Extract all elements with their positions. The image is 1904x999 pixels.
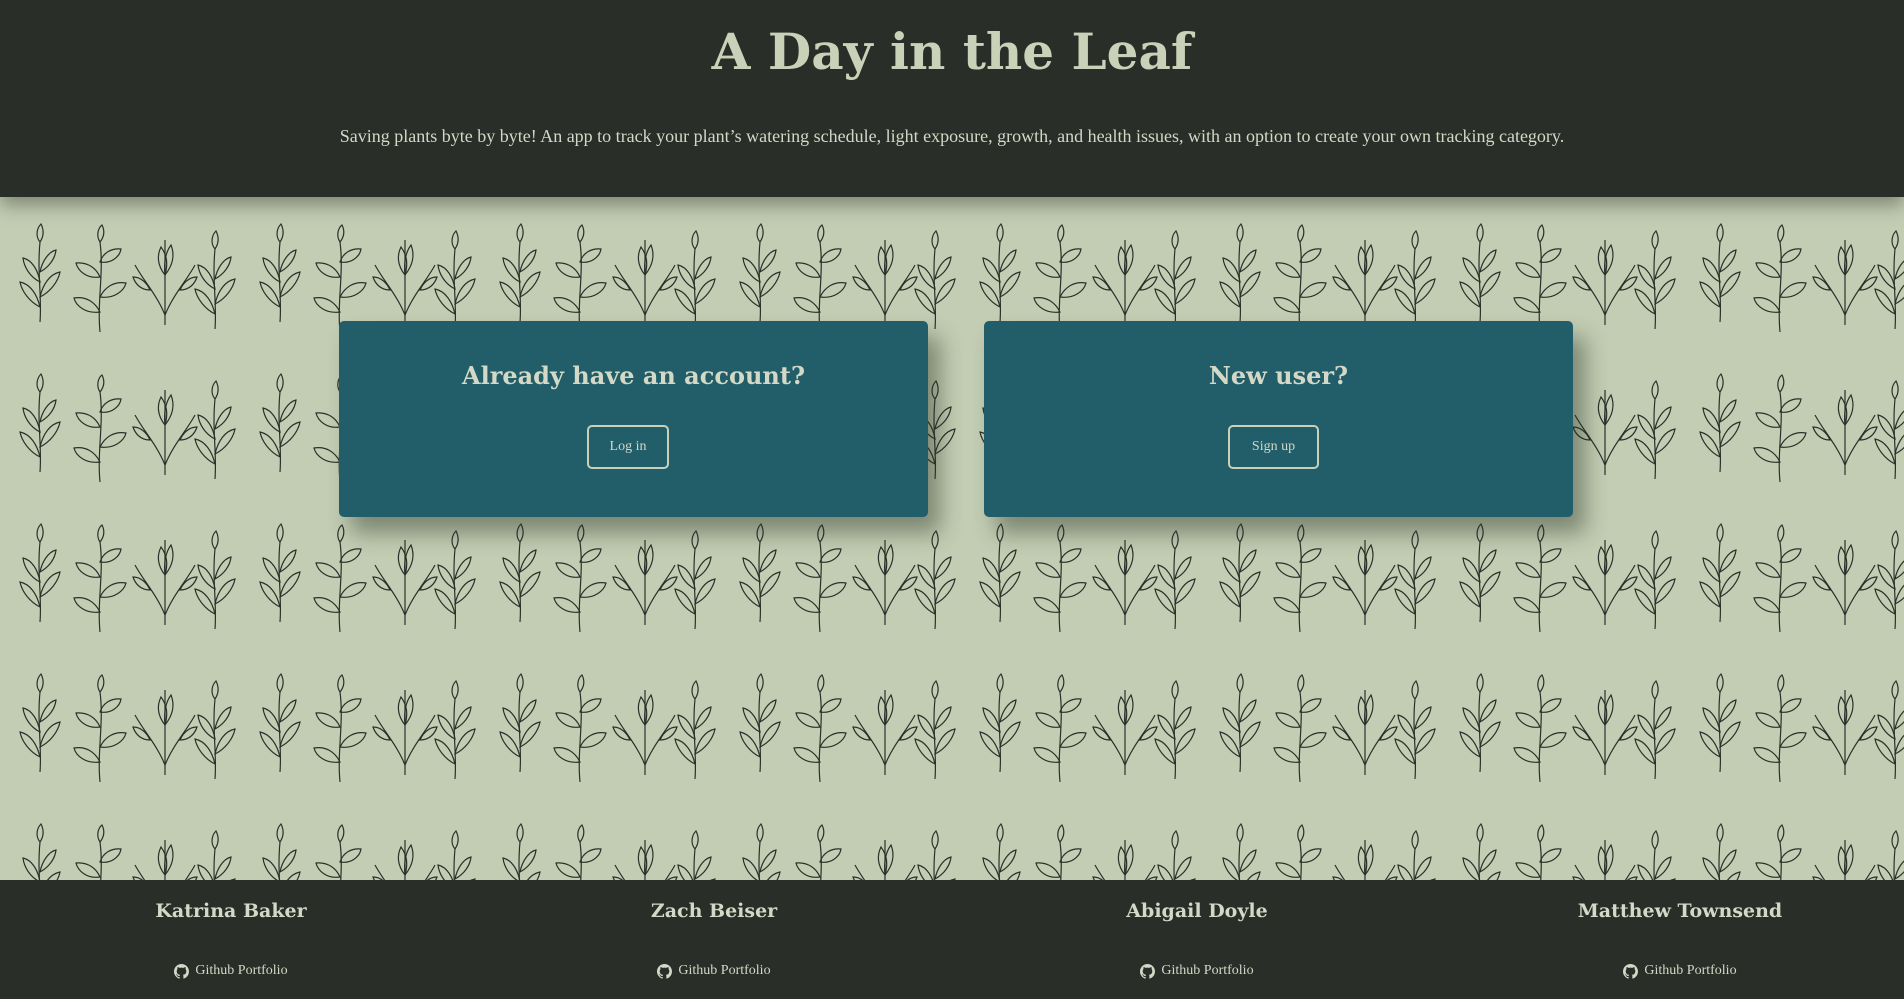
site-tagline: Saving plants byte by byte! An app to tr… bbox=[339, 126, 1565, 146]
github-portfolio-label: Github Portfolio bbox=[1161, 963, 1254, 978]
signup-heading: New user? bbox=[1208, 361, 1349, 390]
login-card: Already have an account? Log in bbox=[339, 321, 928, 517]
login-heading: Already have an account? bbox=[461, 361, 806, 390]
team-member-zach-beiser: Zach Beiser Github Portfolio bbox=[564, 880, 864, 999]
member-name: Matthew Townsend bbox=[1577, 900, 1783, 922]
leaf-pattern-background bbox=[0, 197, 1904, 880]
github-icon bbox=[1623, 963, 1639, 979]
github-icon bbox=[1140, 963, 1156, 979]
github-portfolio-link[interactable]: Github Portfolio bbox=[564, 963, 864, 979]
member-name: Katrina Baker bbox=[155, 900, 307, 922]
site-footer: Katrina Baker Github Portfolio Zach Beis… bbox=[0, 880, 1904, 999]
site-header: A Day in the Leaf Saving plants byte by … bbox=[0, 0, 1904, 197]
team-member-abigail-doyle: Abigail Doyle Github Portfolio bbox=[1047, 880, 1347, 999]
github-icon bbox=[657, 963, 673, 979]
team-member-matthew-townsend: Matthew Townsend Github Portfolio bbox=[1530, 880, 1830, 999]
github-portfolio-link[interactable]: Github Portfolio bbox=[1530, 963, 1830, 979]
github-portfolio-label: Github Portfolio bbox=[1644, 963, 1737, 978]
github-portfolio-label: Github Portfolio bbox=[195, 963, 288, 978]
signup-card: New user? Sign up bbox=[984, 321, 1573, 517]
signup-button[interactable]: Sign up bbox=[1228, 425, 1319, 469]
member-name: Zach Beiser bbox=[650, 900, 778, 922]
team-member-katrina-baker: Katrina Baker Github Portfolio bbox=[81, 880, 381, 999]
github-portfolio-link[interactable]: Github Portfolio bbox=[81, 963, 381, 979]
github-portfolio-label: Github Portfolio bbox=[678, 963, 771, 978]
member-name: Abigail Doyle bbox=[1126, 900, 1268, 922]
login-button[interactable]: Log in bbox=[587, 425, 669, 469]
github-portfolio-link[interactable]: Github Portfolio bbox=[1047, 963, 1347, 979]
github-icon bbox=[174, 963, 190, 979]
site-title: A Day in the Leaf bbox=[711, 22, 1193, 81]
